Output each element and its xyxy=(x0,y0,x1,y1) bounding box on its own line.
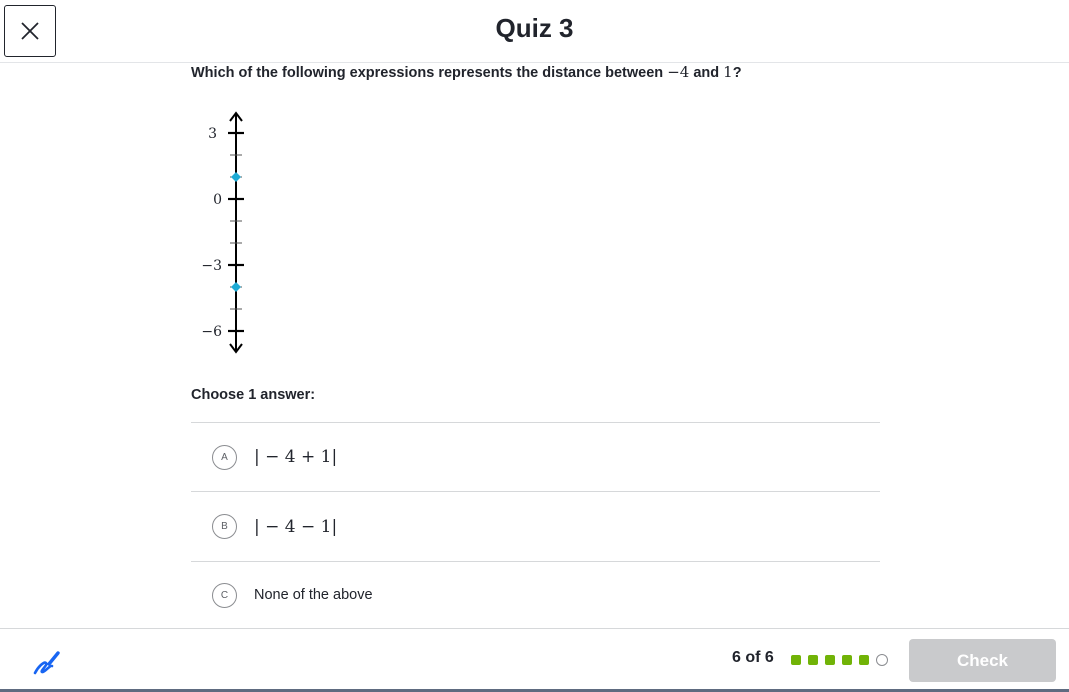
progress-text: 6 of 6 xyxy=(732,649,774,666)
quiz-header: Quiz 3 xyxy=(0,0,1069,63)
check-button[interactable]: Check xyxy=(909,639,1056,682)
progress-dots xyxy=(791,654,888,666)
question-suffix: ? xyxy=(732,65,742,81)
question-value-b: 1 xyxy=(723,63,733,81)
number-line-point xyxy=(231,282,241,292)
choice-letter-a: A xyxy=(212,444,237,470)
quiz-footer: 6 of 6 Check xyxy=(0,628,1069,692)
progress-dot xyxy=(876,654,888,666)
tick-label-3: 3 xyxy=(208,126,217,142)
tick-label-neg6: −6 xyxy=(201,324,222,340)
number-line: 3 0 −3 −6 xyxy=(201,111,244,354)
progress-dot xyxy=(791,655,801,665)
progress-dot xyxy=(825,655,835,665)
scratchpad-pencil-icon[interactable] xyxy=(32,647,62,677)
number-line-point xyxy=(231,172,241,182)
choice-letter-c: C xyxy=(212,582,237,608)
tick-label-neg3: −3 xyxy=(201,258,222,274)
choice-text-c: None of the above xyxy=(254,587,373,603)
question-prefix: Which of the following expressions repre… xyxy=(191,65,668,81)
choice-c[interactable]: C None of the above xyxy=(191,562,880,629)
progress-dot xyxy=(808,655,818,665)
choice-text-a: | − 4 + 1| xyxy=(254,447,338,467)
choice-b[interactable]: B | − 4 − 1| xyxy=(191,492,880,562)
answer-choices: A | − 4 + 1| B | − 4 − 1| C None of the … xyxy=(191,422,880,629)
tick-label-0: 0 xyxy=(213,192,222,208)
choice-text-b: | − 4 − 1| xyxy=(254,516,338,537)
progress-dot xyxy=(859,655,869,665)
progress-dot xyxy=(842,655,852,665)
choose-answer-label: Choose 1 answer: xyxy=(191,387,316,403)
question-text: Which of the following expressions repre… xyxy=(191,63,742,81)
question-middle: and xyxy=(689,65,724,81)
question-value-a: −4 xyxy=(667,63,690,81)
choice-a[interactable]: A | − 4 + 1| xyxy=(191,423,880,492)
page-title: Quiz 3 xyxy=(495,13,574,43)
choice-letter-b: B xyxy=(212,514,237,539)
